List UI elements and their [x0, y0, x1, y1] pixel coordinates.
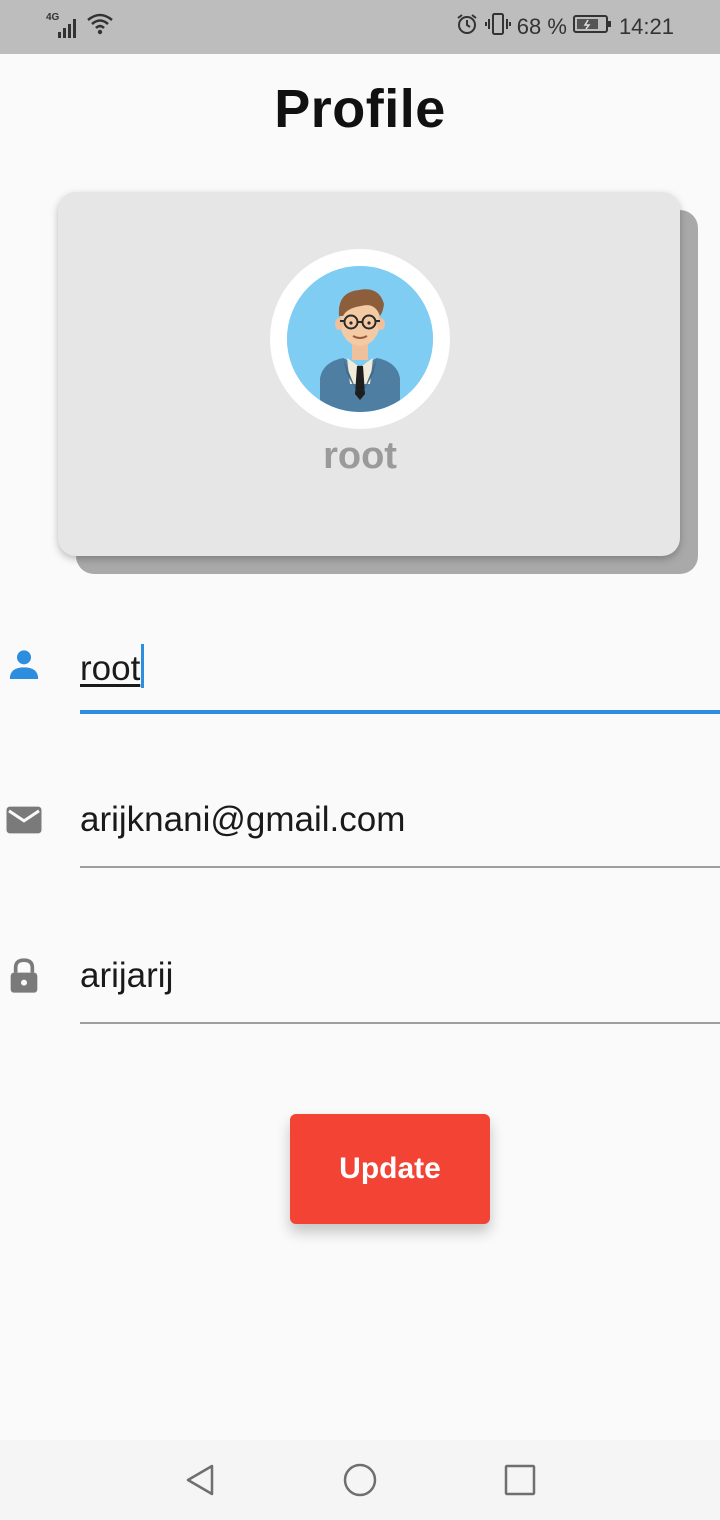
avatar: [287, 266, 433, 412]
recents-icon[interactable]: [498, 1458, 542, 1502]
clock: 14:21: [618, 14, 674, 39]
battery-percent: 68 %: [516, 14, 567, 39]
username-input[interactable]: root: [80, 644, 145, 689]
avatar-frame[interactable]: [270, 249, 450, 429]
person-icon: [4, 644, 44, 684]
status-bar: 4G 68 % 14:21: [0, 0, 720, 54]
wifi-icon: [86, 11, 114, 40]
password-input[interactable]: arijarij: [80, 956, 173, 996]
username-underline: [80, 710, 720, 714]
password-underline: [80, 1022, 720, 1024]
vibrate-icon: [484, 12, 511, 42]
profile-card: root: [58, 192, 680, 556]
email-field[interactable]: arijknani@gmail.com: [0, 786, 720, 896]
alarm-icon: [455, 12, 479, 42]
password-field[interactable]: arijarij: [0, 942, 720, 1052]
mail-icon: [4, 800, 44, 840]
back-icon[interactable]: [178, 1458, 222, 1502]
network-type: 4G: [46, 12, 60, 23]
signal-icon: 4G: [46, 12, 80, 40]
page-title: Profile: [274, 79, 446, 139]
update-button[interactable]: Update: [290, 1114, 490, 1224]
home-icon[interactable]: [338, 1458, 382, 1502]
status-right: 68 % 14:21: [455, 12, 674, 42]
username-field[interactable]: root: [0, 628, 720, 738]
email-input[interactable]: arijknani@gmail.com: [80, 800, 405, 840]
text-cursor: [141, 644, 145, 688]
username-value: root: [80, 649, 141, 688]
status-left: 4G: [46, 11, 114, 40]
email-underline: [80, 866, 720, 868]
lock-icon: [4, 956, 44, 996]
battery-icon: [572, 13, 613, 41]
avatar-illustration: [287, 266, 433, 412]
profile-name: root: [323, 435, 397, 477]
navigation-bar: [0, 1440, 720, 1520]
